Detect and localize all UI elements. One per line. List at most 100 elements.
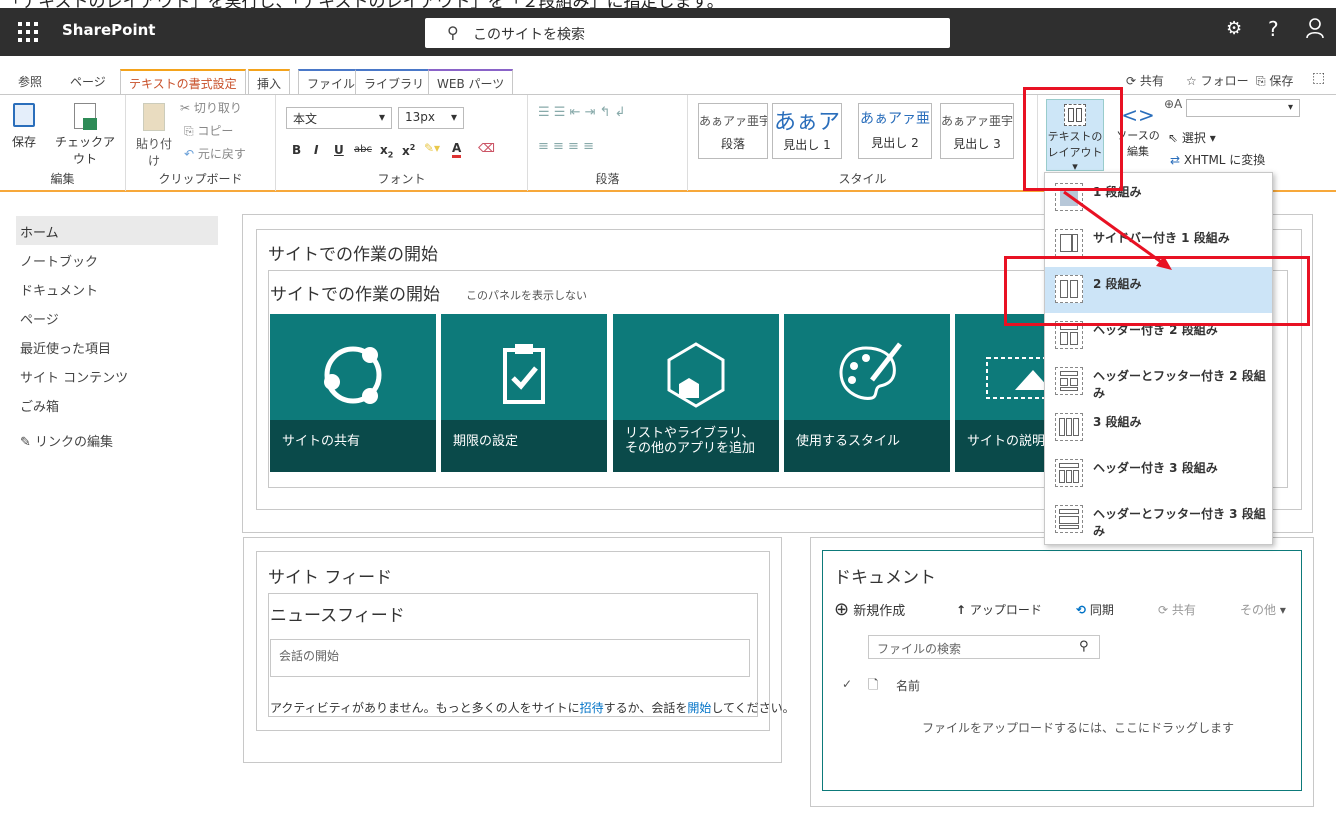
layout-three-column-header-footer-icon xyxy=(1055,505,1083,533)
check-icon[interactable]: ✓ xyxy=(842,677,852,691)
person-icon[interactable] xyxy=(1306,18,1324,43)
layout-three-column-icon xyxy=(1055,413,1083,441)
copy-icon: ⎘ xyxy=(184,124,198,138)
layout-option-3col-header[interactable]: ヘッダー付き 3 段組み xyxy=(1045,451,1272,497)
clear-format-icon[interactable]: ⌫ xyxy=(478,141,495,155)
tab-insert[interactable]: 挿入 xyxy=(248,69,291,94)
brand-title[interactable]: SharePoint xyxy=(62,21,155,39)
strikethrough-icon[interactable]: abc xyxy=(354,144,372,155)
search-icon[interactable]: ⚲ xyxy=(1079,639,1089,654)
nav-notebook[interactable]: ノートブック xyxy=(16,245,218,274)
save-icon xyxy=(13,103,35,127)
tab-browse[interactable]: 参照 xyxy=(18,73,42,90)
nav-recent[interactable]: 最近使った項目 xyxy=(16,332,218,361)
layout-two-column-header-footer-icon xyxy=(1055,367,1083,395)
share-icon xyxy=(270,340,436,414)
site-search-box[interactable]: ⚲ このサイトを検索 xyxy=(425,18,950,48)
site-feed-title: サイト フィード xyxy=(268,568,393,588)
edit-links-link[interactable]: ✎ リンクの編集 xyxy=(16,425,218,454)
conversation-placeholder: 会話の開始 xyxy=(279,649,340,663)
instruction-caption: 「テキストのレイアウト」を実行し、「テキストのレイアウト」を「２段組み」に指定し… xyxy=(0,0,1336,8)
align-icons[interactable]: ≡ ≡ ≡ ≡ xyxy=(538,139,594,154)
copy-button[interactable]: ⎘ コピー xyxy=(184,122,233,139)
hide-panel-link[interactable]: このパネルを表示しない xyxy=(466,287,587,303)
new-button[interactable]: ⊕ 新規作成 xyxy=(834,599,905,620)
superscript-icon[interactable]: x2 xyxy=(402,143,415,158)
documents-title: ドキュメント xyxy=(834,568,936,588)
file-search-input[interactable]: ファイルの検索 ⚲ xyxy=(868,635,1100,659)
font-style-select[interactable]: 本文 ▾ xyxy=(286,107,392,129)
save-button[interactable]: 保存 xyxy=(6,103,42,150)
doc-share-button[interactable]: ⟳ 共有 xyxy=(1158,601,1196,618)
upload-button[interactable]: ↑ アップロード xyxy=(956,601,1042,618)
nav-pages[interactable]: ページ xyxy=(16,303,218,332)
nav-home[interactable]: ホーム xyxy=(16,216,218,245)
tab-text-format[interactable]: テキストの書式設定 xyxy=(120,69,246,94)
column-name-header[interactable]: 名前 xyxy=(896,677,920,694)
quick-launch: ホーム ノートブック ドキュメント ページ 最近使った項目 サイト コンテンツ … xyxy=(16,216,218,454)
bold-icon[interactable]: B xyxy=(292,143,301,157)
undo-button[interactable]: ↶ 元に戻す xyxy=(184,145,246,162)
undo-icon: ↶ xyxy=(184,147,198,161)
group-styles-label: スタイル xyxy=(838,172,887,186)
convert-icon: ⇄ xyxy=(1170,153,1184,167)
tab-library[interactable]: ライブラリ xyxy=(355,69,434,94)
subscript-icon[interactable]: x2 xyxy=(380,143,393,159)
tile-set-deadlines[interactable]: 期限の設定 xyxy=(441,314,607,472)
layout-option-3col[interactable]: 3 段組み xyxy=(1045,405,1272,451)
group-clipboard-label: クリップボード xyxy=(158,172,243,186)
annotation-arrow xyxy=(1063,190,1172,270)
sync-button[interactable]: ⟲ 同期 xyxy=(1076,601,1114,618)
style-heading-2[interactable]: あぁアァ亜 見出し 2 xyxy=(858,103,932,159)
select-button[interactable]: ⇖ 選択 ▾ xyxy=(1168,129,1216,146)
share-icon: ⟳ xyxy=(1158,603,1169,617)
nav-documents[interactable]: ドキュメント xyxy=(16,274,218,303)
file-search-placeholder: ファイルの検索 xyxy=(877,642,962,656)
tab-page[interactable]: ページ xyxy=(70,73,106,90)
clipboard-icon xyxy=(143,103,165,131)
layout-option-3col-header-footer[interactable]: ヘッダーとフッター付き 3 段組み xyxy=(1045,497,1272,543)
more-button[interactable]: その他 ▾ xyxy=(1240,601,1286,618)
caption-text: 「テキストのレイアウト」を実行し、「テキストのレイアウト」を「２段組み」に指定し… xyxy=(4,0,724,8)
italic-icon[interactable]: I xyxy=(314,143,318,157)
style-heading-3[interactable]: あぁアァ亜宇 見出し 3 xyxy=(940,103,1014,159)
focus-icon[interactable]: ⬚ xyxy=(1312,70,1325,86)
paste-button[interactable]: 貼り付け xyxy=(134,103,174,169)
help-icon[interactable]: ? xyxy=(1268,17,1279,41)
highlight-icon[interactable]: ✎▾ xyxy=(424,141,440,155)
share-action[interactable]: ⟳ 共有 xyxy=(1126,72,1164,89)
nav-site-contents[interactable]: サイト コンテンツ xyxy=(16,361,218,390)
cut-button[interactable]: ✂ 切り取り xyxy=(180,99,242,116)
tile-share-site[interactable]: サイトの共有 xyxy=(270,314,436,472)
annotation-highlight-layout-button xyxy=(1023,87,1123,191)
layout-three-column-header-icon xyxy=(1055,459,1083,487)
underline-icon[interactable]: U xyxy=(334,143,344,157)
font-size-select[interactable]: 13px ▾ xyxy=(398,107,464,129)
style-heading-1[interactable]: あぁア 見出し 1 xyxy=(772,103,842,159)
start-link[interactable]: 開始 xyxy=(687,701,711,715)
checkout-button[interactable]: チェックアウト xyxy=(52,103,118,167)
language-icon[interactable]: ⊕A xyxy=(1164,97,1182,111)
invite-link[interactable]: 招待 xyxy=(580,701,604,715)
gear-icon[interactable]: ⚙ xyxy=(1226,18,1242,39)
tab-webparts[interactable]: WEB パーツ xyxy=(428,69,514,94)
app-launcher-icon[interactable] xyxy=(14,18,40,44)
follow-action[interactable]: ☆ フォロー xyxy=(1186,72,1249,89)
layout-option-2col-header-footer[interactable]: ヘッダーとフッター付き 2 段組み xyxy=(1045,359,1272,405)
nav-recycle-bin[interactable]: ごみ箱 xyxy=(16,390,218,419)
star-icon: ☆ xyxy=(1186,74,1201,88)
start-conversation-input[interactable]: 会話の開始 xyxy=(270,639,750,677)
search-icon: ⚲ xyxy=(447,23,459,42)
font-color-icon[interactable]: A xyxy=(452,141,462,158)
group-edit: 保存 チェックアウト 編集 xyxy=(0,95,126,191)
tile-site-description[interactable]: サイトの説明とシ xyxy=(955,314,1045,472)
tile-choose-style[interactable]: 使用するスタイル xyxy=(784,314,950,472)
bullets-icon[interactable]: ☰ ☰ ⇤ ⇥ ↰ ↲ xyxy=(538,105,626,120)
save-action[interactable]: ⎘ 保存 xyxy=(1256,72,1293,89)
chevron-down-icon: ▾ xyxy=(378,110,385,124)
language-select[interactable]: ▾ xyxy=(1186,99,1300,117)
tile-add-apps[interactable]: リストやライブラリ、その他のアプリを追加 xyxy=(613,314,779,472)
chevron-down-icon: ▾ xyxy=(450,110,457,124)
style-paragraph[interactable]: あぁアァ亜宇 段落 xyxy=(698,103,768,159)
convert-xhtml-button[interactable]: ⇄ XHTML に変換 xyxy=(1170,151,1265,168)
